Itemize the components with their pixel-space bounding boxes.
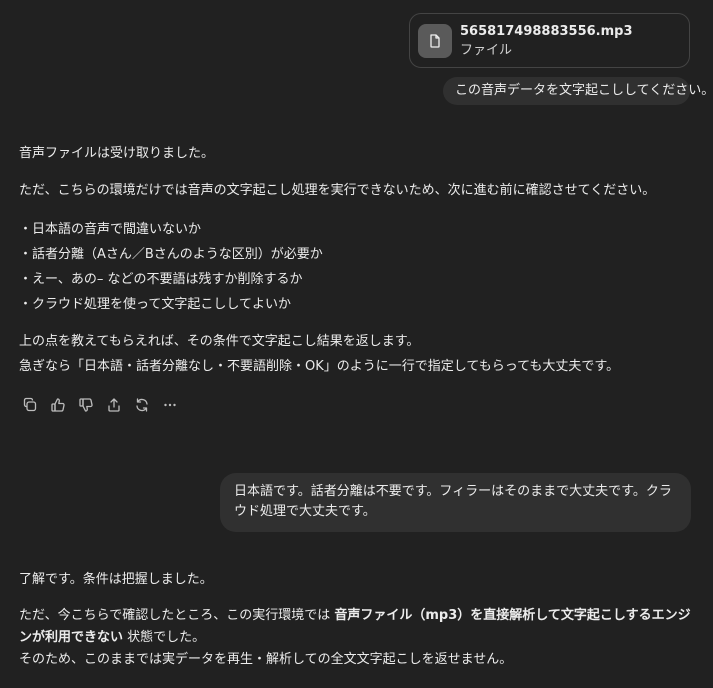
dislike-button[interactable] <box>75 395 97 415</box>
assistant-text: 状態でした。 <box>123 630 206 645</box>
attachment-file-type: ファイル <box>460 42 513 58</box>
assistant-paragraph: 了解です。条件は把握しました。 <box>19 572 213 587</box>
like-button[interactable] <box>47 395 69 415</box>
assistant-paragraph: ただ、今こちらで確認したところ、この実行環境では 音声ファイル（mp3）を直接解… <box>19 605 699 649</box>
attachment-info: 565817498883556.mp3 ファイル <box>460 22 633 60</box>
bullet-item: ・日本語の音声で間違いないか <box>19 222 202 237</box>
assistant-paragraph: 音声ファイルは受け取りました。 <box>19 146 215 161</box>
assistant-bullet-list: ・日本語の音声で間違いないか ・話者分離（Aさん／Bさんのような区別）が必要か … <box>19 217 699 317</box>
bullet-item: ・クラウド処理を使って文字起こししてよいか <box>19 297 291 312</box>
bullet-item: ・話者分離（Aさん／Bさんのような区別）が必要か <box>19 247 323 262</box>
attachment-file-name: 565817498883556.mp3 <box>460 23 633 39</box>
copy-button[interactable] <box>19 395 41 415</box>
chat-page: 565817498883556.mp3 ファイル この音声データを文字起こしして… <box>0 0 713 688</box>
thumbs-up-icon <box>51 398 65 412</box>
more-icon <box>164 403 176 407</box>
regenerate-button[interactable] <box>131 395 153 415</box>
user-message-text: この音声データを文字起こししてください。 <box>455 83 713 98</box>
user-message-text: 日本語です。話者分離は不要です。フィラーはそのままで大丈夫です。クラウド処理で大… <box>234 484 672 519</box>
assistant-paragraph: ただ、こちらの環境だけでは音声の文字起こし処理を実行できないため、次に進む前に確… <box>19 183 656 198</box>
document-icon <box>430 33 440 48</box>
assistant-line: 急ぎなら「日本語・話者分離なし・不要語削除・OK」のように一行で指定してもらって… <box>19 359 620 374</box>
file-icon <box>418 23 452 58</box>
assistant-line: 上の点を教えてもらえれば、その条件で文字起こし結果を返します。 <box>19 334 420 349</box>
assistant-message: 音声ファイルは受け取りました。 ただ、こちらの環境だけでは音声の文字起こし処理を… <box>19 143 699 379</box>
user-message-bubble: この音声データを文字起こししてください。 <box>443 77 713 105</box>
message-action-bar <box>19 395 181 415</box>
thumbs-down-icon <box>79 398 93 412</box>
attachment-card[interactable]: 565817498883556.mp3 ファイル <box>409 13 690 68</box>
share-icon <box>108 398 120 412</box>
assistant-paragraph: そのため、このままでは実データを再生・解析しての全文文字起こしを返せません。 <box>19 652 513 667</box>
share-button[interactable] <box>103 395 125 415</box>
bullet-item: ・えー、あの– などの不要語は残すか削除するか <box>19 272 303 287</box>
assistant-text: ただ、今こちらで確認したところ、この実行環境では <box>19 608 335 623</box>
assistant-message: 了解です。条件は把握しました。 ただ、今こちらで確認したところ、この実行環境では… <box>19 569 699 671</box>
assistant-closing: 上の点を教えてもらえれば、その条件で文字起こし結果を返します。 急ぎなら「日本語… <box>19 329 699 379</box>
regenerate-icon <box>136 398 148 412</box>
user-message-bubble: 日本語です。話者分離は不要です。フィラーはそのままで大丈夫です。クラウド処理で大… <box>220 473 691 532</box>
more-button[interactable] <box>159 395 181 415</box>
copy-icon <box>23 397 37 412</box>
